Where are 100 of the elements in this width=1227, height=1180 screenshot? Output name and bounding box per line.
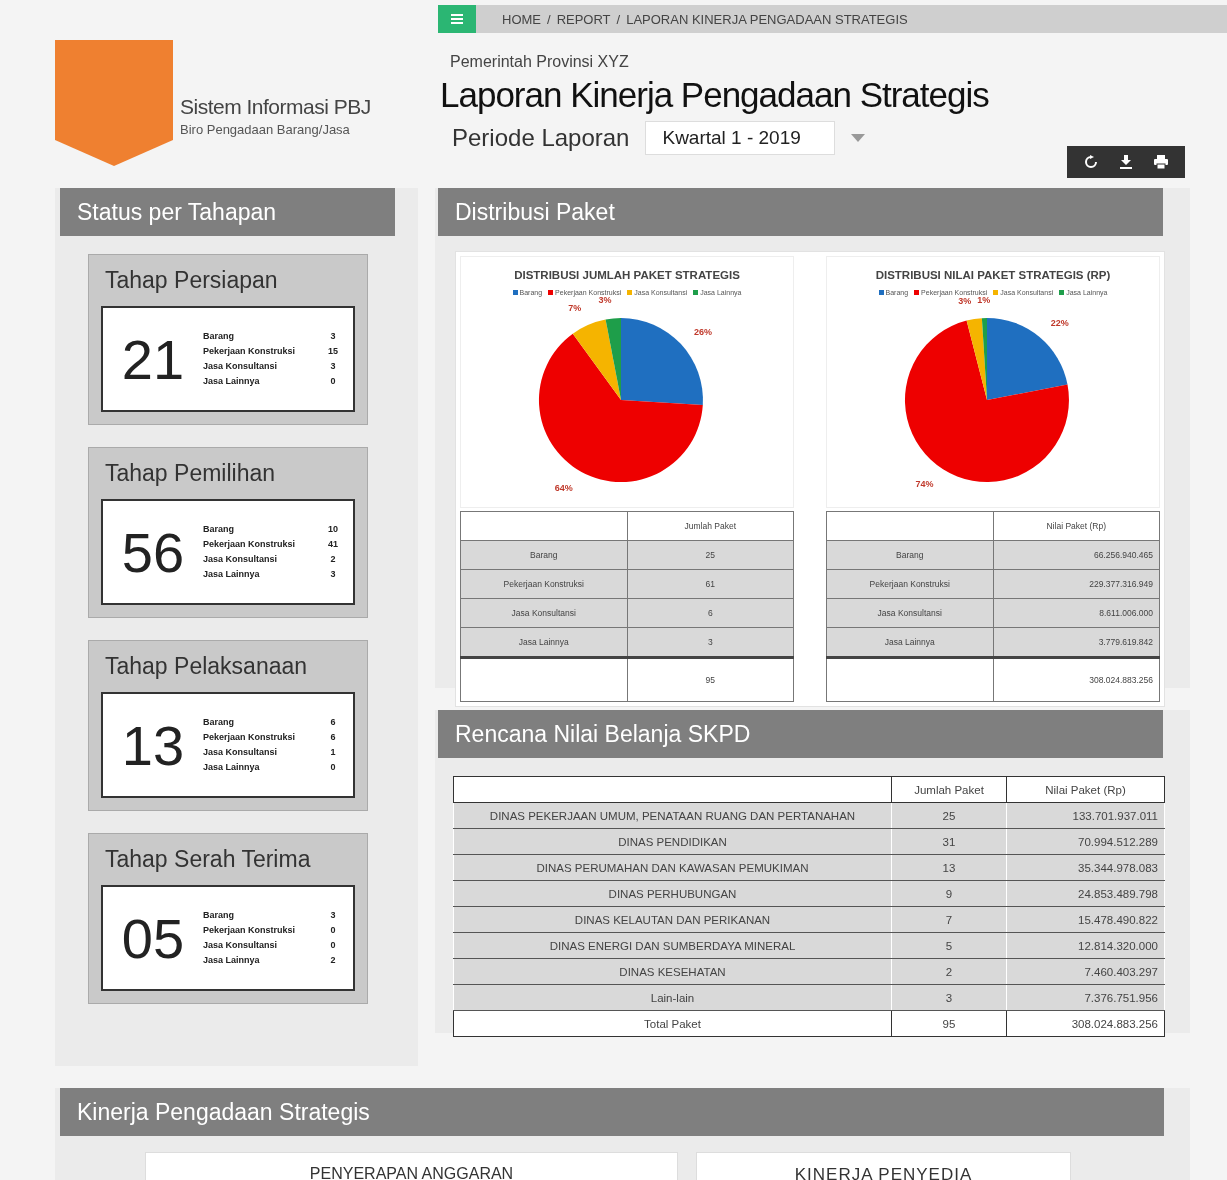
table-cell: DINAS PEKERJAAN UMUM, PENATAAN RUANG DAN PERTANAHAN — [453, 802, 892, 829]
category-count: 0 — [329, 939, 337, 952]
table-cell: Barang — [826, 540, 993, 570]
card-title: PENYERAPAN ANGGARAN — [309, 1165, 514, 1180]
table-cell: 61 — [627, 569, 794, 599]
refresh-icon[interactable] — [1083, 155, 1098, 169]
table-cell: 9 — [891, 880, 1007, 907]
chart-title: DISTRIBUSI JUMLAH PAKET STRATEGIS — [513, 269, 741, 281]
data-label: 3% — [958, 296, 972, 307]
legend-swatch — [548, 290, 554, 295]
logo-icon — [55, 40, 173, 166]
table-cell: Pekerjaan Konstruksi — [460, 569, 627, 599]
table-cell: Pekerjaan Konstruksi — [826, 569, 993, 599]
category-label: Barang — [203, 909, 235, 922]
category-count: 3 — [329, 568, 337, 581]
table-cell: Barang — [460, 540, 627, 570]
table-cell: Lain-lain — [453, 984, 892, 1011]
breadcrumb-link[interactable]: REPORT — [556, 11, 611, 27]
category-label: Pekerjaan Konstruksi — [203, 538, 297, 551]
breadcrumb-separator: / — [616, 11, 621, 27]
table-cell: 8.611.006.000 — [993, 598, 1160, 628]
legend-swatch — [878, 290, 884, 295]
breadcrumb-link[interactable]: LAPORAN KINERJA PENGADAAN STRATEGIS — [626, 11, 908, 27]
data-label: 7% — [568, 303, 582, 314]
data-label: 1% — [977, 296, 991, 305]
category-count: 1 — [329, 746, 337, 759]
category-label: Jasa Lainnya — [203, 761, 261, 774]
stage-total: 21 — [120, 326, 186, 392]
data-label: 26% — [693, 326, 712, 337]
category-count: 0 — [329, 375, 337, 388]
category-count: 2 — [329, 553, 337, 566]
table-cell: 3.779.619.842 — [993, 627, 1160, 658]
column-header: Nilai Paket (Rp) — [1006, 776, 1165, 803]
table-cell: DINAS KELAUTAN DAN PERIKANAN — [453, 906, 892, 933]
table-cell: DINAS KESEHATAN — [453, 958, 892, 985]
category-label: Jasa Konsultansi — [203, 939, 279, 952]
legend-swatch — [993, 290, 999, 295]
category-label: Jasa Lainnya — [203, 568, 261, 581]
stage-title: Tahap Serah Terima — [104, 845, 312, 874]
column-header: Nilai Paket (Rp) — [993, 511, 1160, 541]
table-cell: DINAS ENERGI DAN SUMBERDAYA MINERAL — [453, 932, 892, 959]
section-header: Distribusi Paket — [438, 188, 1163, 236]
data-label: 3% — [598, 296, 612, 306]
category-label: Jasa Konsultansi — [203, 360, 279, 373]
legend-swatch — [693, 290, 699, 295]
stage-title: Tahap Persiapan — [104, 266, 279, 295]
category-label: Barang — [203, 523, 235, 536]
legend-swatch — [914, 290, 920, 295]
table-cell: 2 — [891, 958, 1007, 985]
table-cell: DINAS PERUMAHAN DAN KAWASAN PEMUKIMAN — [453, 854, 892, 881]
category-label: Pekerjaan Konstruksi — [203, 924, 297, 937]
chart-title: DISTRIBUSI NILAI PAKET STRATEGIS (RP) — [874, 269, 1112, 281]
table-cell: 95 — [891, 1010, 1007, 1037]
period-label: Periode Laporan — [452, 124, 630, 152]
section-header: Kinerja Pengadaan Strategis — [60, 1088, 1164, 1136]
table-cell: 31 — [891, 828, 1007, 855]
table-cell: 35.344.978.083 — [1006, 854, 1165, 881]
page-title: Laporan Kinerja Pengadaan Strategis — [440, 75, 990, 115]
category-label: Barang — [203, 330, 235, 343]
category-label: Pekerjaan Konstruksi — [203, 345, 297, 358]
category-count: 0 — [329, 761, 337, 774]
table-cell: Jasa Lainnya — [460, 627, 627, 658]
category-count: 2 — [329, 954, 337, 967]
legend-swatch — [627, 290, 633, 295]
table-cell: 25 — [891, 802, 1007, 829]
table-cell: 66.256.940.465 — [993, 540, 1160, 570]
table-cell: DINAS PENDIDIKAN — [453, 828, 892, 855]
category-label: Jasa Lainnya — [203, 954, 261, 967]
print-icon[interactable] — [1154, 155, 1169, 169]
category-count: 10 — [327, 523, 339, 536]
section-header: Rencana Nilai Belanja SKPD — [438, 710, 1163, 758]
table-cell: 25 — [627, 540, 794, 570]
table-cell: 308.024.883.256 — [1006, 1010, 1165, 1037]
stage-total: 56 — [120, 519, 186, 585]
menu-button[interactable] — [438, 5, 476, 33]
table-cell: 24.853.489.798 — [1006, 880, 1165, 907]
download-icon[interactable] — [1119, 155, 1133, 169]
stage-total: 13 — [120, 712, 186, 778]
app-subtitle: Biro Pengadaan Barang/Jasa — [180, 122, 351, 137]
breadcrumb-link[interactable]: HOME — [502, 11, 541, 27]
table-cell: 15.478.490.822 — [1006, 906, 1165, 933]
category-count: 6 — [329, 731, 337, 744]
table-cell: 12.814.320.000 — [1006, 932, 1165, 959]
app-title: Sistem Informasi PBJ — [180, 95, 371, 119]
category-count: 15 — [327, 345, 339, 358]
section-header: Status per Tahapan — [60, 188, 395, 236]
period-dropdown[interactable]: Kwartal 1 - 2019 — [645, 121, 836, 155]
category-label: Barang — [203, 716, 235, 729]
data-label: 22% — [1050, 317, 1069, 328]
table-cell: 13 — [891, 854, 1007, 881]
legend-swatch — [1059, 290, 1065, 295]
category-label: Jasa Konsultansi — [203, 746, 279, 759]
table-cell: 133.701.937.011 — [1006, 802, 1165, 829]
table-cell: 3 — [627, 627, 794, 658]
table-cell: Total Paket — [453, 1010, 892, 1037]
table-cell: 6 — [627, 598, 794, 628]
category-count: 41 — [327, 538, 339, 551]
table-cell: Jasa Lainnya — [826, 627, 993, 658]
dropdown-caret-icon[interactable] — [851, 134, 866, 142]
menu-icon — [451, 14, 463, 24]
